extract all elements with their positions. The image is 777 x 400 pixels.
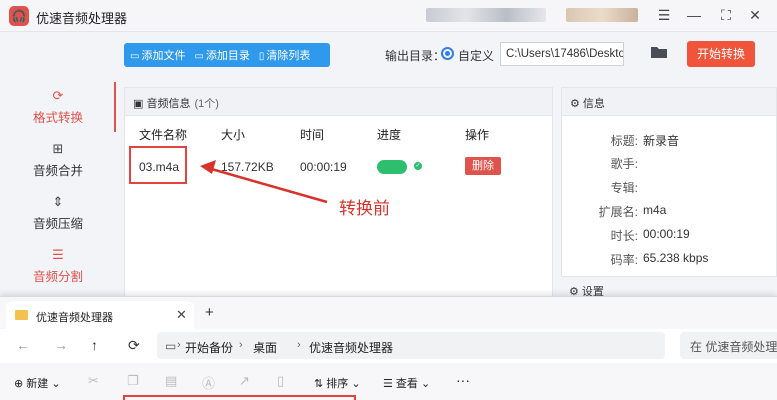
chevron-right-icon: › (239, 339, 243, 351)
view-icon: ☰ (383, 378, 396, 390)
sidebar-item-audio-split[interactable]: ☰ 音频分割 (0, 241, 116, 291)
custom-radio[interactable] (441, 47, 454, 60)
folder-icon (15, 310, 28, 320)
output-path-input[interactable]: C:\Users\17486\Deskto (500, 42, 624, 66)
close-icon[interactable]: ✕ (176, 307, 187, 323)
breadcrumb-item[interactable]: 开始备份 (185, 339, 233, 356)
sidebar-item-audio-merge[interactable]: ⊞ 音频合并 (0, 135, 116, 185)
tab-title: 优速音频处理器 (36, 312, 113, 324)
back-icon[interactable]: ← (16, 337, 30, 353)
refresh-icon: ⟳ (52, 88, 64, 103)
info-panel: ⚙ 信息 标题: 新录音 歌手: 专辑: 扩展名: m4a 时长: 00:00:19 … (561, 87, 777, 277)
file-size-cell: 157.72KB (221, 160, 274, 174)
share-icon[interactable]: ↗ (239, 373, 250, 389)
copy-icon[interactable]: ❐ (127, 373, 139, 389)
gear-icon: ⚙ (570, 98, 583, 110)
sort-icon: ⇅ (314, 378, 327, 390)
breadcrumb-item[interactable]: 优速音频处理器 (309, 339, 393, 356)
search-input[interactable]: 在 优速音频处理 (680, 332, 777, 359)
title-bar: 🎧 优速音频处理器 ☰ — ⛶ ✕ (0, 0, 777, 32)
chevron-right-icon: › (177, 339, 181, 351)
output-dir-label: 输出目录： (385, 49, 446, 63)
minimize-icon[interactable]: — (683, 5, 705, 25)
delete-icon[interactable]: ▯ (277, 373, 284, 389)
col-header-size: 大小 (221, 128, 246, 142)
compress-icon: ⇕ (52, 194, 64, 209)
address-bar[interactable]: ▭ › 开始备份 › 桌面 › 优速音频处理器 (157, 332, 665, 359)
paste-icon[interactable]: ▤ (165, 373, 177, 389)
chevron-right-icon: › (297, 339, 301, 351)
delete-button[interactable]: 删除 (465, 157, 501, 175)
add-file-button[interactable]: ▭ 添加文件 (130, 47, 185, 63)
file-explorer-window: 优速音频处理器 ✕ + ← → ↑ ⟳ ▭ › 开始备份 › 桌面 › 优速音频… (0, 296, 777, 400)
app-title: 优速音频处理器 (36, 11, 128, 26)
file-plus-icon: ▭ (130, 51, 140, 62)
clear-list-button[interactable]: ▯ 清除列表 (259, 47, 311, 63)
maximize-icon[interactable]: ⛶ (715, 5, 737, 25)
refresh-icon[interactable]: ⟳ (128, 337, 140, 354)
file-time-cell: 00:00:19 (300, 160, 347, 174)
split-icon: ☰ (52, 247, 64, 262)
info-header: ⚙ 信息 (562, 88, 776, 116)
view-button[interactable]: ☰ 查看 ⌄ (383, 375, 430, 391)
check-icon: ✓ (414, 162, 422, 170)
sort-button[interactable]: ⇅ 排序 ⌄ (314, 375, 361, 391)
sidebar: ⟳ 格式转换 ⊞ 音频合并 ⇕ 音频压缩 ☰ 音频分割 (0, 82, 116, 302)
monitor-icon: ▭ (165, 339, 177, 353)
cut-icon[interactable]: ✂ (88, 373, 99, 389)
menu-icon[interactable]: ☰ (653, 5, 675, 25)
breadcrumb-item[interactable]: 桌面 (253, 339, 277, 356)
file-actions: ▭ 添加文件 ▭ 添加目录 ▯ 清除列表 (124, 43, 330, 67)
more-button[interactable]: ··· (456, 372, 470, 388)
start-convert-button[interactable]: 开始转换 (687, 41, 755, 67)
custom-radio-label: 自定义 (458, 49, 495, 63)
annotation-box-filename (129, 146, 187, 184)
annotation-box-bottom (123, 395, 356, 400)
new-button[interactable]: ⊕ 新建 ⌄ (14, 375, 61, 391)
forward-icon[interactable]: → (54, 337, 68, 353)
progress-toggle (377, 160, 407, 174)
merge-icon: ⊞ (52, 141, 64, 156)
rename-icon[interactable]: Ⓐ (202, 373, 215, 392)
command-bar: ⊕ 新建 ⌄ ✂ ❐ ▤ Ⓐ ↗ ▯ ⇅ 排序 ⌄ ☰ 查看 ⌄ ··· (0, 369, 777, 397)
toolbar: ▭ 添加文件 ▭ 添加目录 ▯ 清除列表 输出目录： 自定义 C:\Users\174… (0, 33, 777, 81)
up-icon[interactable]: ↑ (91, 337, 98, 353)
blurred-user-info (426, 8, 546, 22)
col-header-name: 文件名称 (139, 128, 188, 142)
file-list-header: ▣ 音频信息 (1个) (125, 88, 552, 116)
image-icon: ▣ (133, 98, 147, 110)
nav-bar: ← → ↑ ⟳ ▭ › 开始备份 › 桌面 › 优速音频处理器 在 优速音频处理 (0, 329, 777, 363)
add-tab-icon[interactable]: + (205, 304, 214, 321)
col-header-time: 时间 (300, 128, 325, 142)
folder-plus-icon: ▭ (194, 51, 204, 62)
close-icon[interactable]: ✕ (744, 5, 766, 25)
explorer-tab[interactable]: 优速音频处理器 ✕ (6, 301, 194, 329)
headphones-icon: 🎧 (9, 6, 29, 26)
folder-icon[interactable] (650, 44, 668, 60)
col-header-progress: 进度 (377, 128, 402, 142)
col-header-action: 操作 (465, 128, 490, 142)
blurred-avatar (566, 8, 638, 22)
sidebar-item-audio-compress[interactable]: ⇕ 音频压缩 (0, 188, 116, 238)
annotation-text: 转换前 (339, 199, 390, 219)
plus-circle-icon: ⊕ (14, 378, 27, 390)
trash-icon: ▯ (258, 51, 265, 62)
sidebar-item-format-convert[interactable]: ⟳ 格式转换 (0, 82, 116, 132)
add-dir-button[interactable]: ▭ 添加目录 (194, 47, 249, 63)
